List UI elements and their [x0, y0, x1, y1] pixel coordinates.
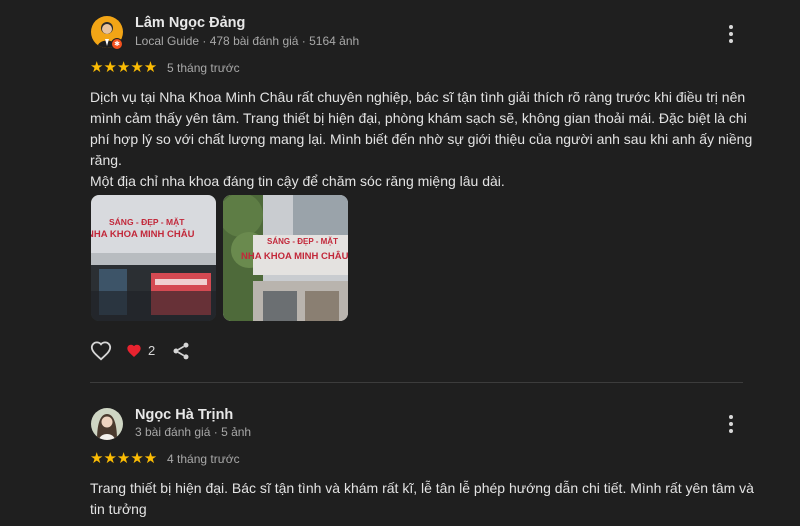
rating-stars: ★★★★★: [90, 59, 158, 76]
local-guide-badge-icon: ✱: [111, 38, 123, 50]
review-date: 5 tháng trước: [167, 61, 240, 75]
review-photo[interactable]: SÁNG - ĐẸP - MẶT NHA KHOA MINH CHÂU: [91, 195, 216, 321]
more-vert-icon[interactable]: [722, 24, 740, 44]
sign-top: SÁNG - ĐẸP - MẶT: [267, 237, 338, 246]
review-paragraph: Dịch vụ tại Nha Khoa Minh Châu rất chuyê…: [90, 89, 753, 168]
review-paragraph: Một địa chỉ nha khoa đáng tin cậy để chă…: [90, 173, 505, 189]
review-date: 4 tháng trước: [167, 452, 240, 466]
star-rating: ★★★★★: [90, 60, 157, 75]
heart-filled-icon[interactable]: [126, 343, 142, 359]
rating-stars: ★★★★★: [90, 450, 158, 467]
reviewer-meta[interactable]: Local Guide · 478 bài đánh giá · 5164 ản…: [135, 34, 359, 48]
more-vert-icon[interactable]: [722, 414, 740, 434]
review-text: Trang thiết bị hiện đại. Bác sĩ tận tình…: [90, 478, 755, 520]
star-rating: ★★★★★: [90, 451, 157, 466]
review-photo[interactable]: SÁNG - ĐẸP - MẶT NHA KHOA MINH CHÂU: [223, 195, 348, 321]
like-count: 2: [148, 343, 156, 358]
reviewer-name[interactable]: Lâm Ngọc Đảng: [135, 15, 245, 31]
reviewer-meta[interactable]: 3 bài đánh giá · 5 ảnh: [135, 425, 251, 439]
share-icon[interactable]: [171, 341, 191, 361]
review-paragraph: Trang thiết bị hiện đại. Bác sĩ tận tình…: [90, 480, 754, 517]
sign-main: NHA KHOA MINH CHÂU: [91, 229, 195, 240]
review-text: Dịch vụ tại Nha Khoa Minh Châu rất chuyê…: [90, 87, 755, 192]
reviewer-name[interactable]: Ngọc Hà Trịnh: [135, 407, 233, 423]
sign-main: NHA KHOA MINH CHÂU: [241, 251, 348, 262]
sign-top: SÁNG - ĐẸP - MẶT: [109, 217, 185, 227]
reviewer-avatar[interactable]: [91, 408, 123, 440]
heart-outline-icon[interactable]: [90, 340, 112, 362]
review-divider: [90, 382, 743, 383]
